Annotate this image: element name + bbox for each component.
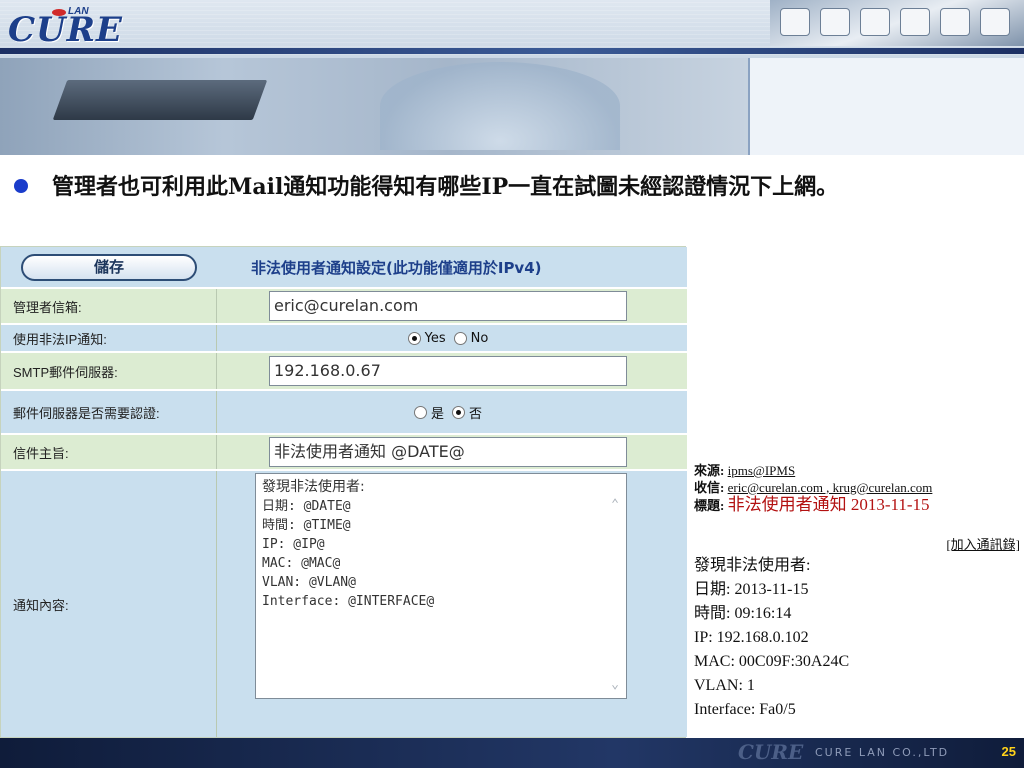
notify-no-label[interactable]: No (471, 331, 489, 346)
content-line: IP: @IP@ (262, 537, 325, 552)
illegal-ip-notify-radio-group: Yes No (217, 325, 683, 351)
smtp-server-row: SMTP郵件伺服器: 192.168.0.67 (1, 353, 687, 389)
content-line: MAC: @MAC@ (262, 556, 341, 571)
page-number: 25 (1001, 744, 1016, 759)
email-preview: 來源: ipms@IPMS 收信: eric@curelan.com , kru… (694, 462, 1024, 738)
footer-bar: CURE CURE LAN CO.,LTD 25 (0, 738, 1024, 768)
email-body-line: 時間: 09:16:14 (694, 605, 792, 622)
illegal-ip-notify-row: 使用非法IP通知: Yes No (1, 325, 687, 351)
content-line: 時間: @TIME@ (262, 518, 351, 533)
email-body-line: 發現非法使用者: (694, 557, 811, 574)
email-to-addresses[interactable]: eric@curelan.com , krug@curelan.com (728, 480, 933, 495)
add-to-contacts-link[interactable]: [加入通訊錄] (946, 534, 1020, 553)
email-body: 發現非法使用者: 日期: 2013-11-15 時間: 09:16:14 IP:… (694, 554, 849, 722)
keyboard-image (770, 0, 1024, 46)
slide-heading: 管理者也可利用此Mail通知功能得知有哪些IP一直在試圖未經認證情況下上網。 (14, 170, 1004, 204)
email-from-address[interactable]: ipms@IPMS (728, 463, 796, 478)
smtp-server-label: SMTP郵件伺服器: (13, 364, 118, 380)
heading-text: 管理者也可利用此Mail通知功能得知有哪些IP一直在試圖未經認證情況下上網。 (52, 174, 839, 200)
email-to: 收信: eric@curelan.com , krug@curelan.com (694, 480, 933, 495)
email-body-line: IP: 192.168.0.102 (694, 629, 809, 646)
smtp-auth-radio-group: 是 否 (217, 391, 683, 433)
content-line: Interface: @INTERFACE@ (262, 594, 435, 609)
email-from: 來源: ipms@IPMS (694, 463, 796, 478)
auth-no-radio[interactable] (452, 405, 465, 419)
notify-content-row: 通知內容: 發現非法使用者: 日期: @DATE@ 時間: @TIME@ IP:… (1, 471, 687, 737)
admin-email-row: 管理者信箱: eric@curelan.com (1, 289, 687, 323)
footer-logo: CURE (738, 740, 804, 764)
form-header-row: 儲存 非法使用者通知設定(此功能僅適用於IPv4) (1, 247, 687, 287)
cure-lan-logo: LAN CURE (8, 6, 123, 50)
notify-content-textarea[interactable]: 發現非法使用者: 日期: @DATE@ 時間: @TIME@ IP: @IP@ … (255, 473, 627, 699)
content-line: 發現非法使用者: (262, 479, 365, 495)
mail-subject-input[interactable]: 非法使用者通知 @DATE@ (269, 437, 627, 467)
banner-divider (0, 48, 1024, 54)
smtp-server-input[interactable]: 192.168.0.67 (269, 356, 627, 386)
mail-subject-row: 信件主旨: 非法使用者通知 @DATE@ (1, 435, 687, 469)
network-switch-image (52, 80, 268, 120)
admin-email-label: 管理者信箱: (13, 299, 82, 315)
header-banner: LAN CURE (0, 0, 1024, 155)
email-body-line: MAC: 00C09F:30A24C (694, 653, 850, 670)
mail-subject-label: 信件主旨: (13, 445, 69, 461)
banner-right-panel (748, 58, 1024, 155)
bullet-icon (14, 179, 28, 193)
illegal-user-notify-form: 儲存 非法使用者通知設定(此功能僅適用於IPv4) 管理者信箱: eric@cu… (0, 246, 687, 738)
auth-yes-radio[interactable] (413, 405, 427, 419)
smtp-auth-row: 郵件伺服器是否需要認證: 是 否 (1, 391, 687, 433)
email-body-line: Interface: Fa0/5 (694, 701, 796, 718)
form-title: 非法使用者通知設定(此功能僅適用於IPv4) (251, 259, 542, 277)
auth-yes-label[interactable]: 是 (431, 403, 444, 422)
smtp-auth-label: 郵件伺服器是否需要認證: (13, 405, 160, 421)
company-name: CURE LAN CO.,LTD (815, 746, 950, 759)
content-line: VLAN: @VLAN@ (262, 575, 356, 590)
save-button[interactable]: 儲存 (21, 254, 197, 281)
illegal-ip-notify-label: 使用非法IP通知: (13, 331, 107, 347)
email-subject-text: 非法使用者通知 2013-11-15 (727, 495, 930, 514)
content-line: 日期: @DATE@ (262, 499, 351, 514)
notify-yes-radio[interactable] (407, 331, 421, 345)
email-subject: 標題: 非法使用者通知 2013-11-15 (694, 495, 930, 514)
globe-image (380, 62, 620, 150)
notify-content-label: 通知內容: (13, 597, 69, 613)
email-body-line: 日期: 2013-11-15 (694, 581, 809, 598)
notify-yes-label[interactable]: Yes (425, 331, 446, 346)
scroll-down-icon[interactable]: ⌄ (608, 678, 622, 692)
admin-email-input[interactable]: eric@curelan.com (269, 291, 627, 321)
email-body-line: VLAN: 1 (694, 677, 755, 694)
auth-no-label[interactable]: 否 (469, 403, 482, 422)
notify-no-radio[interactable] (453, 331, 467, 345)
scroll-up-icon[interactable]: ⌃ (608, 498, 622, 512)
